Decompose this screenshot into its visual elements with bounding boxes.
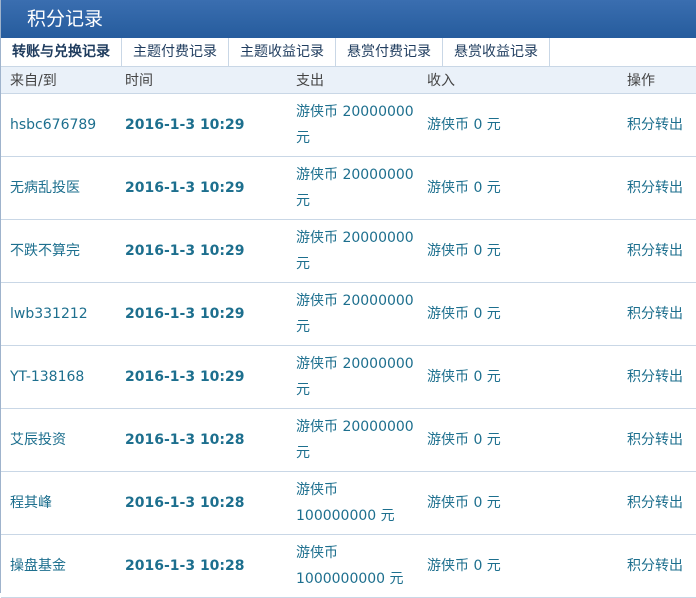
column-header-out: 支出 bbox=[287, 67, 418, 94]
income-cell: 游侠币 0 元 bbox=[418, 282, 618, 346]
time-cell: 2016-1-3 10:28 bbox=[116, 408, 287, 472]
tab-4[interactable]: 悬赏收益记录 bbox=[443, 38, 550, 66]
from-cell[interactable]: YT-138168 bbox=[1, 345, 116, 409]
table-row: hsbc676789 2016-1-3 10:29 游侠币 20000000 元游侠… bbox=[1, 93, 696, 157]
operation-cell: 积分转出 bbox=[618, 156, 696, 220]
record-tabs: 转账与兑换记录 主题付费记录 主题收益记录 悬赏付费记录 悬赏收益记录 bbox=[1, 38, 696, 67]
time-cell: 2016-1-3 10:29 bbox=[116, 345, 287, 409]
tab-1[interactable]: 主题付费记录 bbox=[122, 38, 229, 66]
operation-cell: 积分转出 bbox=[618, 345, 696, 409]
column-header-op: 操作 bbox=[618, 67, 696, 94]
table-row: lwb331212 2016-1-3 10:29 游侠币 20000000 元游侠币… bbox=[1, 282, 696, 346]
time-cell: 2016-1-3 10:29 bbox=[116, 219, 287, 283]
column-header-in: 收入 bbox=[418, 67, 618, 94]
expense-cell: 游侠币 20000000 元 bbox=[287, 219, 418, 283]
operation-cell: 积分转出 bbox=[618, 93, 696, 157]
time-cell: 2016-1-3 10:28 bbox=[116, 534, 287, 598]
tab-3[interactable]: 悬赏付费记录 bbox=[336, 38, 443, 66]
income-cell: 游侠币 0 元 bbox=[418, 219, 618, 283]
table-row: 无病乱投医 2016-1-3 10:29 游侠币 20000000 元游侠币 0 元… bbox=[1, 156, 696, 220]
from-cell[interactable]: 不跌不算完 bbox=[1, 219, 116, 283]
income-cell: 游侠币 0 元 bbox=[418, 93, 618, 157]
from-cell[interactable]: 艾辰投资 bbox=[1, 408, 116, 472]
tab-2[interactable]: 主题收益记录 bbox=[229, 38, 336, 66]
income-cell: 游侠币 0 元 bbox=[418, 534, 618, 598]
tab-0[interactable]: 转账与兑换记录 bbox=[1, 38, 122, 66]
from-cell[interactable]: 无病乱投医 bbox=[1, 156, 116, 220]
column-header-from: 来自/到 bbox=[1, 67, 116, 94]
from-cell[interactable]: hsbc676789 bbox=[1, 93, 116, 157]
table-row: 艾辰投资 2016-1-3 10:28 游侠币 20000000 元游侠币 0 元积… bbox=[1, 408, 696, 472]
from-cell[interactable]: 操盘基金 bbox=[1, 534, 116, 598]
income-cell: 游侠币 0 元 bbox=[418, 345, 618, 409]
points-record-panel: 积分记录 转账与兑换记录 主题付费记录 主题收益记录 悬赏付费记录 悬赏收益记录 来自/… bbox=[0, 0, 696, 598]
table-row: YT-138168 2016-1-3 10:29 游侠币 20000000 元游侠币… bbox=[1, 345, 696, 409]
table-row: 操盘基金 2016-1-3 10:28 游侠币 1000000000 元游侠币 0 … bbox=[1, 534, 696, 598]
from-cell[interactable]: lwb331212 bbox=[1, 282, 116, 346]
income-cell: 游侠币 0 元 bbox=[418, 156, 618, 220]
from-cell[interactable]: 程其峰 bbox=[1, 471, 116, 535]
table-header-row: 来自/到 时间 支出 收入 操作 bbox=[1, 67, 696, 94]
income-cell: 游侠币 0 元 bbox=[418, 408, 618, 472]
operation-cell: 积分转出 bbox=[618, 282, 696, 346]
operation-cell: 积分转出 bbox=[618, 219, 696, 283]
panel-title: 积分记录 bbox=[1, 0, 696, 38]
expense-cell: 游侠币 20000000 元 bbox=[287, 156, 418, 220]
expense-cell: 游侠币 20000000 元 bbox=[287, 408, 418, 472]
expense-cell: 游侠币 1000000000 元 bbox=[287, 534, 418, 598]
operation-cell: 积分转出 bbox=[618, 408, 696, 472]
time-cell: 2016-1-3 10:29 bbox=[116, 93, 287, 157]
time-cell: 2016-1-3 10:28 bbox=[116, 471, 287, 535]
operation-cell: 积分转出 bbox=[618, 471, 696, 535]
expense-cell: 游侠币 20000000 元 bbox=[287, 345, 418, 409]
time-cell: 2016-1-3 10:29 bbox=[116, 282, 287, 346]
operation-cell: 积分转出 bbox=[618, 534, 696, 598]
income-cell: 游侠币 0 元 bbox=[418, 471, 618, 535]
expense-cell: 游侠币 20000000 元 bbox=[287, 282, 418, 346]
expense-cell: 游侠币 20000000 元 bbox=[287, 93, 418, 157]
time-cell: 2016-1-3 10:29 bbox=[116, 156, 287, 220]
records-table: 来自/到 时间 支出 收入 操作 hsbc676789 2016-1-3 10:2… bbox=[1, 67, 696, 598]
table-row: 程其峰 2016-1-3 10:28 游侠币 100000000 元游侠币 0 元积… bbox=[1, 471, 696, 535]
table-row: 不跌不算完 2016-1-3 10:29 游侠币 20000000 元游侠币 0 元… bbox=[1, 219, 696, 283]
column-header-time: 时间 bbox=[116, 67, 287, 94]
expense-cell: 游侠币 100000000 元 bbox=[287, 471, 418, 535]
